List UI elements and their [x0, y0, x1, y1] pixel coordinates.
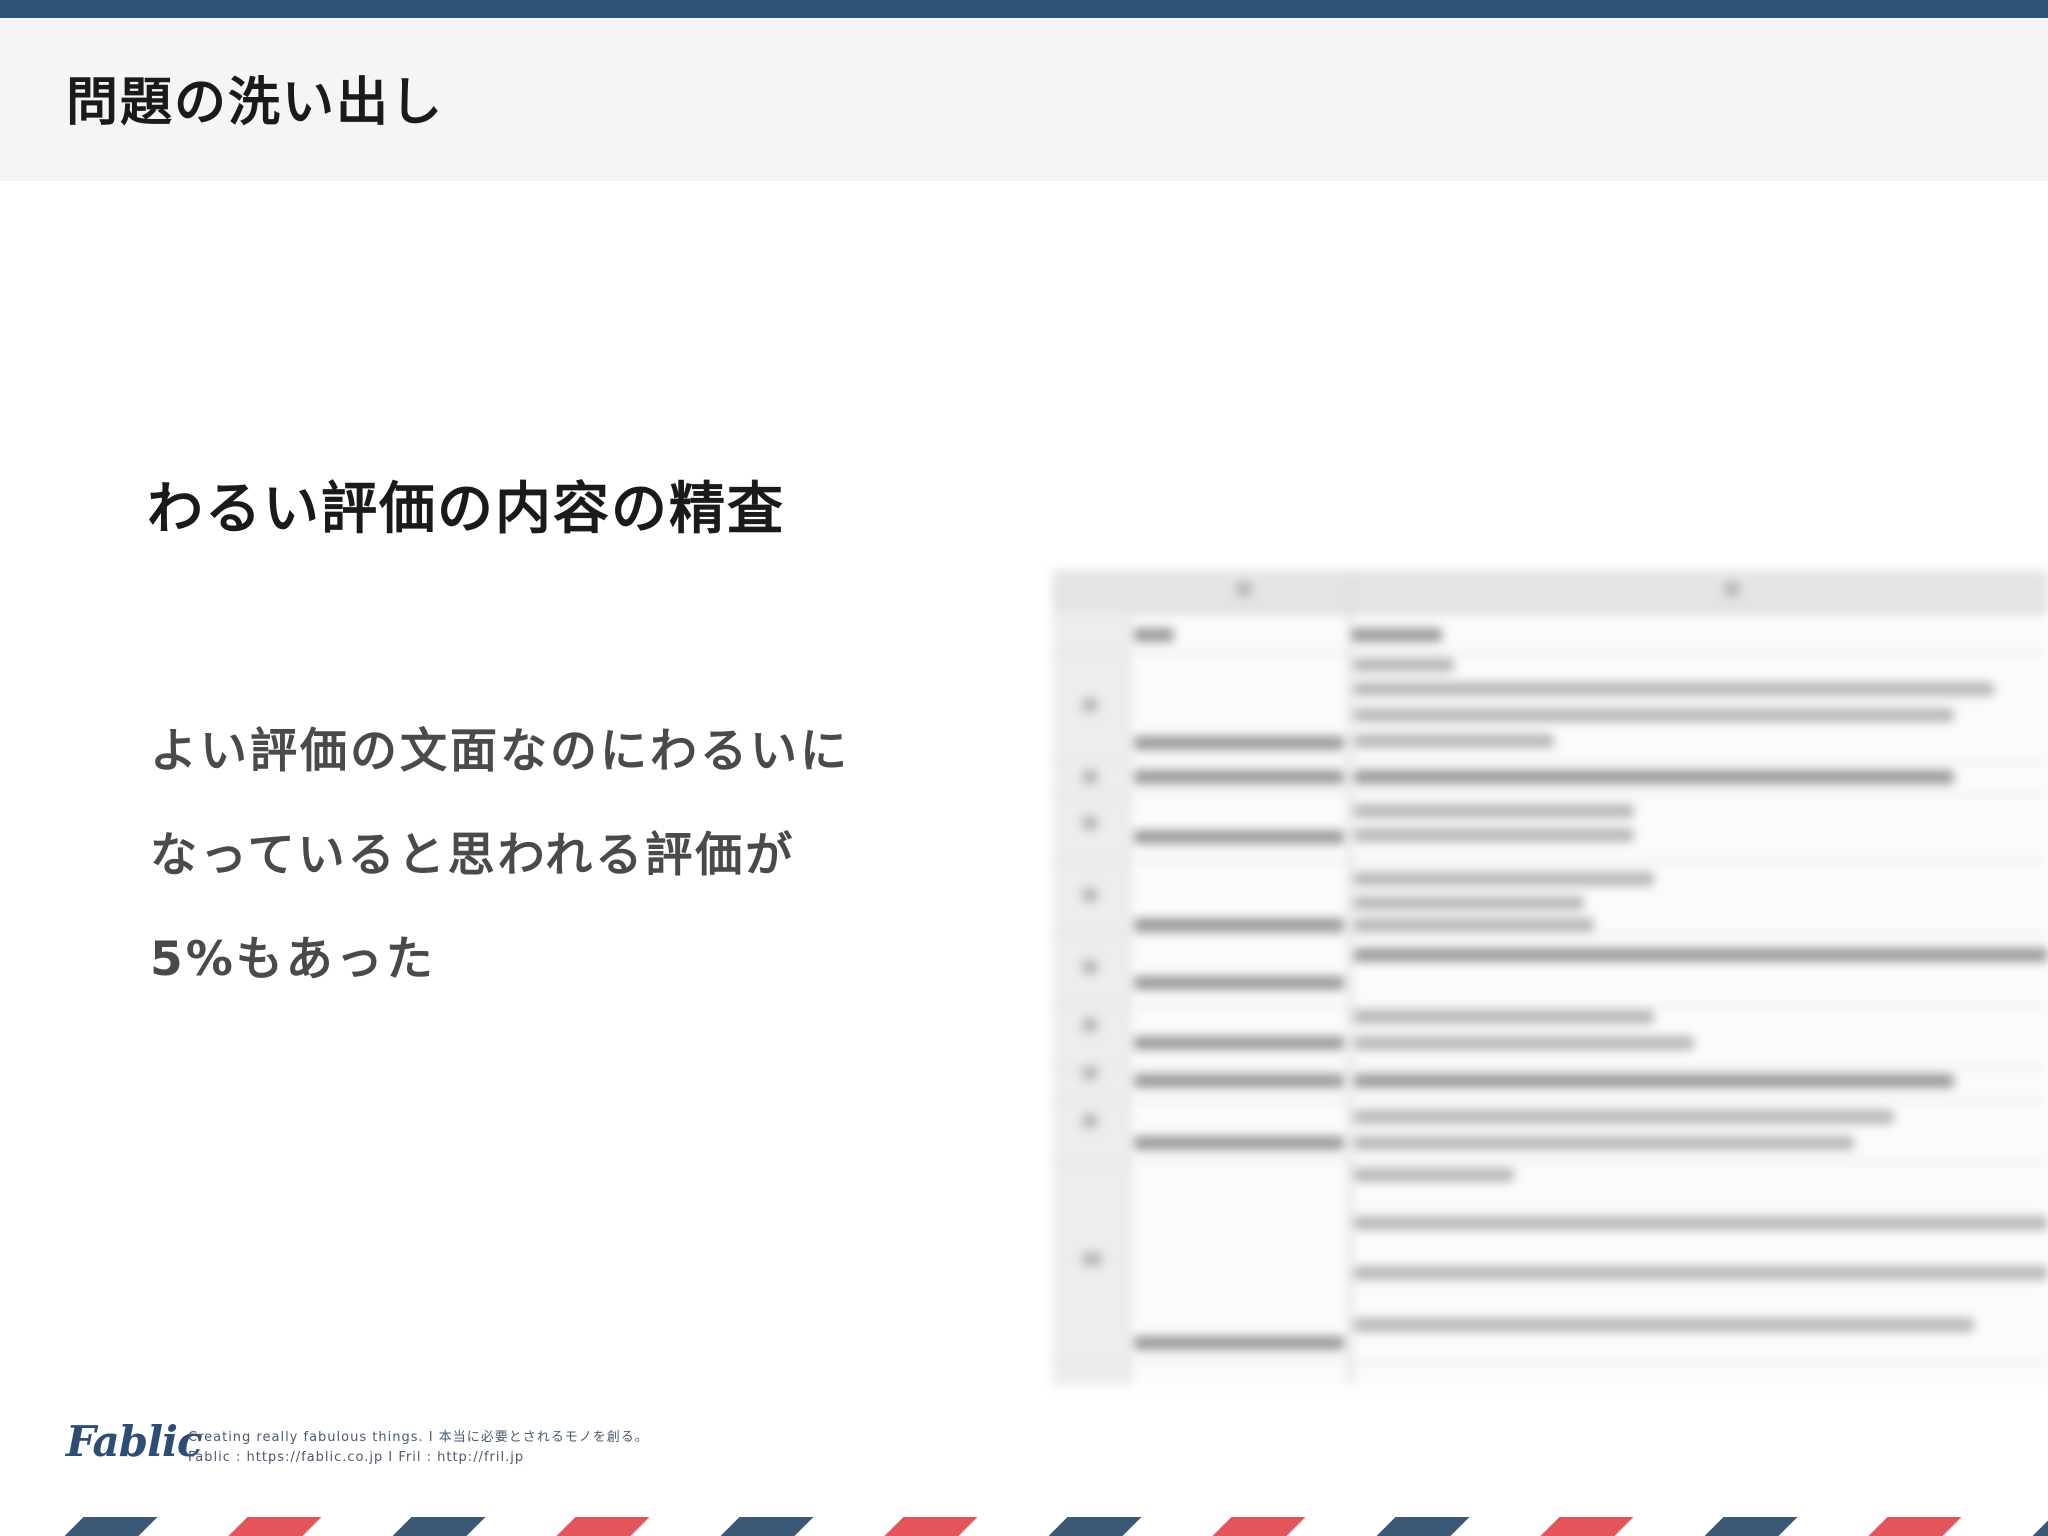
footer-links: Fablic : https://fablic.co.jp I Fril : h…: [188, 1450, 525, 1465]
body-line-3: 5%もあった: [150, 932, 436, 987]
sheet-column-header: [1052, 570, 2048, 614]
page-title: 問題の洗い出し: [66, 73, 445, 133]
stripe-navy: [392, 1517, 486, 1536]
airmail-stripes: [0, 1517, 2048, 1536]
slide: 問題の洗い出し わるい評価の内容の精査 よい評価の文面なのにわるいに なっている…: [0, 0, 2048, 1536]
stripe-navy: [64, 1517, 158, 1536]
stripe-red: [1540, 1517, 1634, 1536]
stripe-red: [1868, 1517, 1962, 1536]
section-title: わるい評価の内容の精査: [147, 477, 785, 542]
header-band: 問題の洗い出し: [0, 18, 2048, 181]
stripe-red: [228, 1517, 322, 1536]
stripe-navy: [1376, 1517, 1470, 1536]
stripe-navy: [1704, 1517, 1798, 1536]
top-accent-bar: [0, 0, 2048, 18]
footer-tagline: Creating really fabulous things. I 本当に必要…: [188, 1430, 649, 1445]
stripe-red: [1212, 1517, 1306, 1536]
body-line-2: なっていると思われる評価が: [150, 828, 796, 883]
stripe-navy: [1048, 1517, 1142, 1536]
stripe-red: [884, 1517, 978, 1536]
stripe-navy: [2032, 1517, 2048, 1536]
stripe-navy: [720, 1517, 814, 1536]
stripe-red: [556, 1517, 650, 1536]
blurred-spreadsheet-image: [1052, 570, 2048, 1385]
body-text: よい評価の文面なのにわるいに なっていると思われる評価が 5%もあった: [150, 700, 910, 1012]
body-line-1: よい評価の文面なのにわるいに: [150, 724, 850, 779]
sheet-row-gutter: [1052, 612, 1130, 1385]
fablic-logo: Fablic: [66, 1417, 203, 1466]
